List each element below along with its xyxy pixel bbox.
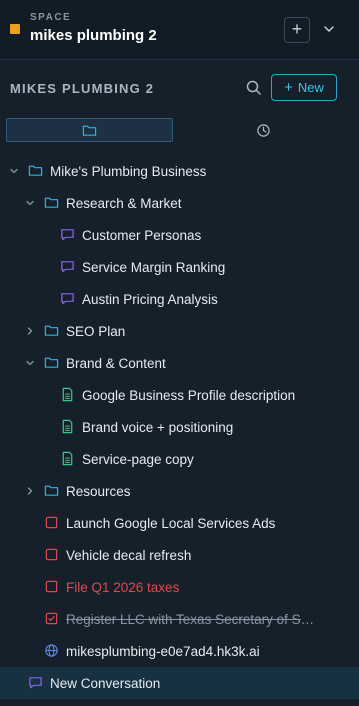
- tree-chat-customer-personas[interactable]: Customer Personas: [0, 219, 359, 251]
- document-icon: [62, 387, 73, 402]
- tree-doc-service-page[interactable]: Service-page copy: [0, 443, 359, 475]
- checkbox-checked-icon[interactable]: [44, 611, 59, 626]
- new-button[interactable]: + New: [271, 74, 337, 101]
- clock-icon: [256, 123, 270, 137]
- view-tabs: [6, 118, 353, 142]
- plus-icon: +: [284, 79, 293, 96]
- tree-label: Research & Market: [66, 196, 182, 211]
- tab-files[interactable]: [6, 118, 173, 142]
- chevron-down-icon[interactable]: [8, 165, 20, 177]
- tab-history[interactable]: [173, 118, 353, 142]
- tree-folder-seo-plan[interactable]: SEO Plan: [0, 315, 359, 347]
- tree-folder-resources[interactable]: Resources: [0, 475, 359, 507]
- space-kicker: SPACE: [30, 12, 72, 23]
- chevron-right-icon[interactable]: [24, 485, 36, 497]
- tree-new-conversation[interactable]: New Conversation: [0, 667, 359, 699]
- tree-label: mikesplumbing-e0e7ad4.hk3k.ai: [66, 644, 260, 659]
- folder-icon: [44, 485, 59, 496]
- tree-folder-research[interactable]: Research & Market: [0, 187, 359, 219]
- folder-icon: [44, 325, 59, 336]
- checkbox-icon[interactable]: [44, 515, 59, 530]
- space-name[interactable]: mikes plumbing 2: [30, 27, 157, 44]
- chevron-down-icon[interactable]: [320, 20, 338, 38]
- chat-icon: [61, 261, 74, 273]
- checkbox-icon[interactable]: [44, 547, 59, 562]
- tree-label: Brand voice + positioning: [82, 420, 234, 435]
- workspace-title: MIKES PLUMBING 2: [10, 81, 155, 96]
- new-button-label: New: [297, 80, 324, 95]
- tree-label: Launch Google Local Services Ads: [66, 516, 276, 531]
- tree-label: SEO Plan: [66, 324, 126, 339]
- tree-label: Service Margin Ranking: [82, 260, 226, 275]
- tree-label: Austin Pricing Analysis: [82, 292, 218, 307]
- document-icon: [62, 451, 73, 466]
- tree-label: Brand & Content: [66, 356, 166, 371]
- checkbox-icon[interactable]: [44, 579, 59, 594]
- tree-chat-service-margin[interactable]: Service Margin Ranking: [0, 251, 359, 283]
- file-tree: Mike's Plumbing Business Research & Mark…: [0, 155, 359, 699]
- tree-label: Mike's Plumbing Business: [50, 164, 207, 179]
- tree-label: Google Business Profile description: [82, 388, 296, 403]
- chevron-right-icon[interactable]: [24, 325, 36, 337]
- tree-label: Resources: [66, 484, 131, 499]
- chevron-down-icon[interactable]: [24, 357, 36, 369]
- document-icon: [62, 419, 73, 434]
- space-color-swatch: [10, 24, 20, 34]
- chat-icon: [29, 677, 42, 689]
- tree-doc-brand-voice[interactable]: Brand voice + positioning: [0, 411, 359, 443]
- folder-icon: [44, 357, 59, 368]
- search-icon[interactable]: [245, 79, 263, 97]
- tree-folder-brand-content[interactable]: Brand & Content: [0, 347, 359, 379]
- tree-site-link[interactable]: mikesplumbing-e0e7ad4.hk3k.ai: [0, 635, 359, 667]
- space-header: SPACE mikes plumbing 2 +: [0, 0, 359, 60]
- chat-icon: [61, 293, 74, 305]
- plus-icon: +: [291, 19, 303, 39]
- tree-label: Vehicle decal refresh: [66, 548, 192, 563]
- tree-task-lsa[interactable]: Launch Google Local Services Ads: [0, 507, 359, 539]
- tree-label: File Q1 2026 taxes: [66, 580, 180, 595]
- tree-label: Service-page copy: [82, 452, 194, 467]
- folder-icon: [44, 197, 59, 208]
- tree-chat-austin-pricing[interactable]: Austin Pricing Analysis: [0, 283, 359, 315]
- tree-label: Register LLC with Texas Secretary of Sta…: [66, 612, 316, 627]
- folder-icon: [28, 165, 43, 176]
- folder-icon: [82, 125, 97, 136]
- chevron-down-icon[interactable]: [24, 197, 36, 209]
- add-space-button[interactable]: +: [284, 17, 310, 43]
- chat-icon: [61, 229, 74, 241]
- tree-task-decal[interactable]: Vehicle decal refresh: [0, 539, 359, 571]
- tree-label: Customer Personas: [82, 228, 202, 243]
- tree-task-taxes[interactable]: File Q1 2026 taxes: [0, 571, 359, 603]
- globe-icon: [45, 644, 58, 657]
- tree-doc-gbp-description[interactable]: Google Business Profile description: [0, 379, 359, 411]
- tree-folder-root[interactable]: Mike's Plumbing Business: [0, 155, 359, 187]
- tree-label: New Conversation: [50, 676, 161, 691]
- tree-task-llc[interactable]: Register LLC with Texas Secretary of Sta…: [0, 603, 359, 635]
